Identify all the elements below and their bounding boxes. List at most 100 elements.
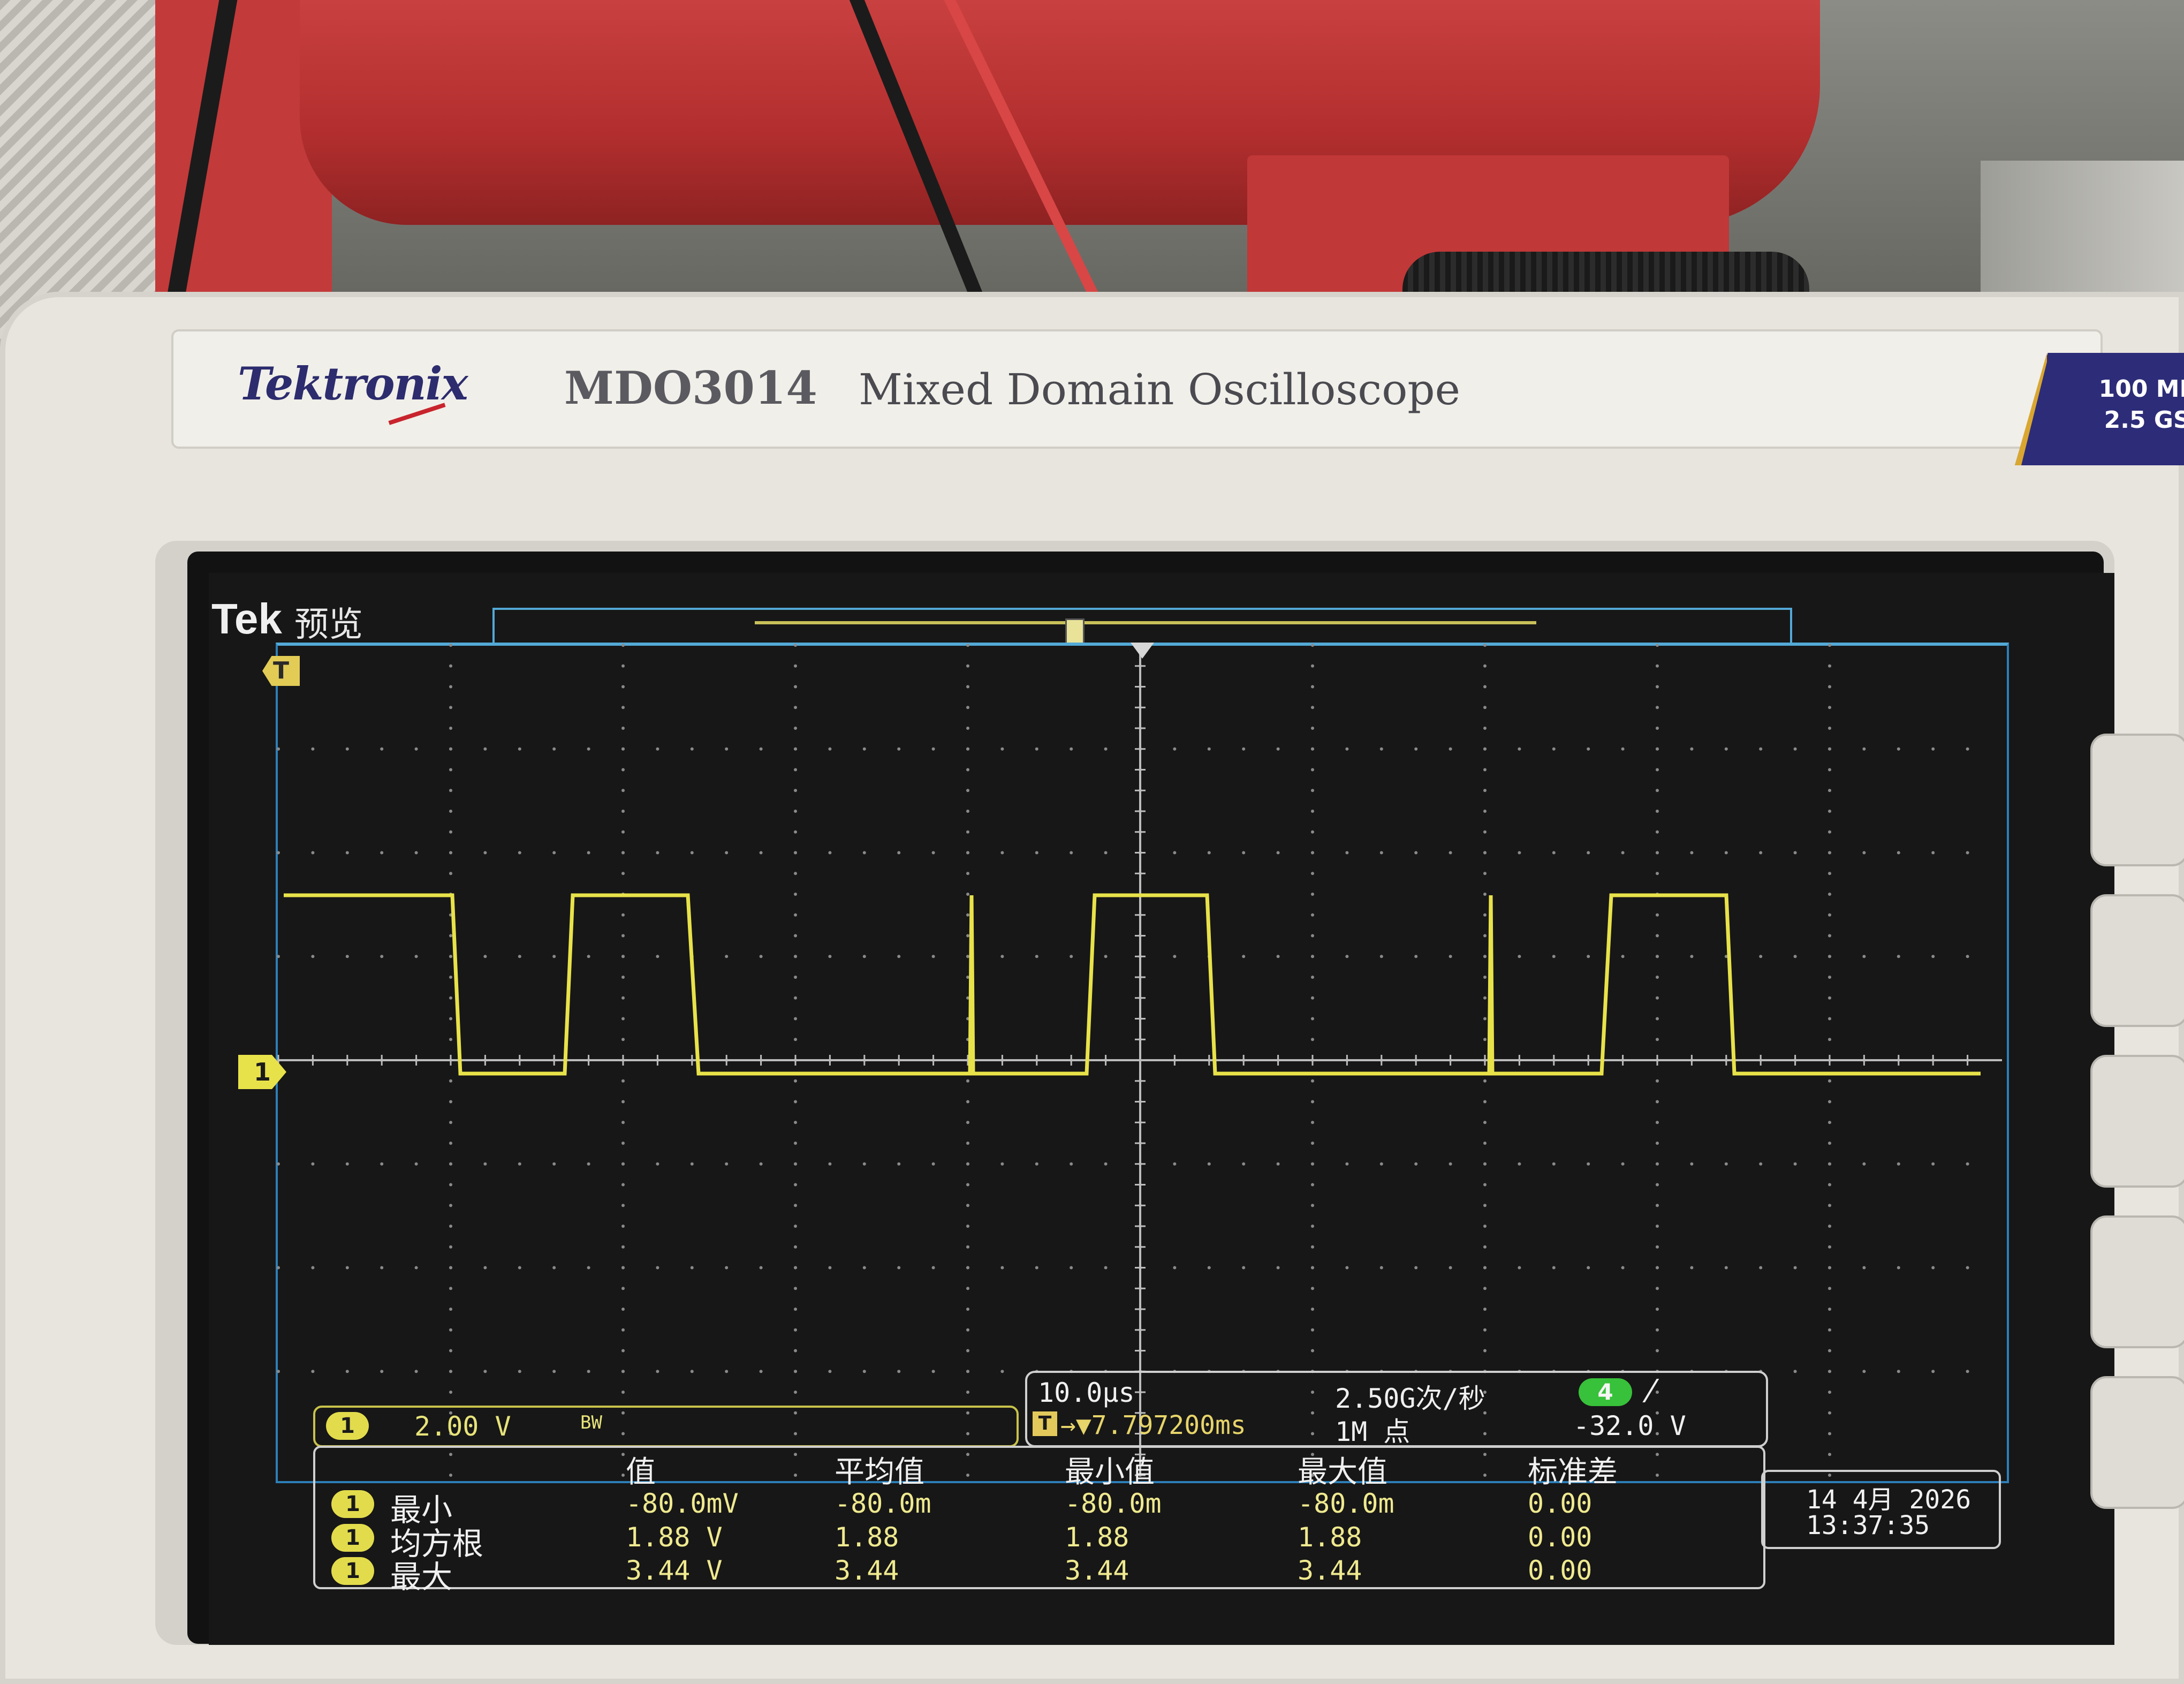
graticule-dot bbox=[1483, 872, 1487, 875]
trigger-level: -32.0 V bbox=[1573, 1410, 1686, 1441]
graticule-dot bbox=[794, 872, 797, 875]
graticule-dot bbox=[1828, 1038, 1831, 1041]
graticule-dot bbox=[931, 1266, 935, 1270]
graticule-dot bbox=[449, 1349, 452, 1353]
graticule-dot bbox=[1931, 747, 1935, 751]
trigger-position-icon bbox=[1131, 643, 1154, 659]
graticule-dot bbox=[552, 851, 556, 855]
graticule-dot bbox=[1483, 664, 1487, 668]
graticule-dot bbox=[449, 1266, 452, 1270]
graticule-dot bbox=[690, 747, 694, 751]
meas-max: 1.88 bbox=[1298, 1522, 1362, 1553]
graticule-dot bbox=[1587, 851, 1590, 855]
graticule-dot bbox=[966, 644, 969, 647]
graticule-dot bbox=[1173, 851, 1177, 855]
graticule-dot bbox=[518, 747, 521, 751]
graticule-dot bbox=[1483, 1349, 1487, 1353]
graticule-dot bbox=[449, 727, 452, 730]
graticule-dot bbox=[1828, 1287, 1831, 1290]
graticule-dot bbox=[1311, 934, 1314, 938]
graticule-dot bbox=[794, 1225, 797, 1228]
graticule-dot bbox=[1724, 1266, 1728, 1270]
horizontal-readout[interactable]: 10.0μs T →▼7.797200ms 2.50G次/秒 1M 点 4 ⁄ … bbox=[1025, 1371, 1768, 1447]
graticule-dot bbox=[1828, 1328, 1831, 1332]
graticule-dot bbox=[1379, 851, 1383, 855]
graticule-dot bbox=[449, 1017, 452, 1021]
graticule-dot bbox=[794, 976, 797, 979]
graticule-dot bbox=[1311, 1349, 1314, 1353]
graticule-dot bbox=[1656, 1079, 1659, 1083]
meas-channel-badge: 1 bbox=[331, 1490, 374, 1518]
meas-header-value: 值 bbox=[626, 1455, 656, 1490]
meas-channel-badge: 1 bbox=[331, 1524, 374, 1552]
graticule-dot bbox=[1311, 1225, 1314, 1228]
graticule-dot bbox=[1345, 747, 1349, 751]
graticule-dot bbox=[828, 851, 832, 855]
graticule-dot bbox=[862, 1370, 866, 1373]
graticule-dot bbox=[794, 789, 797, 792]
graticule-dot bbox=[1587, 1162, 1590, 1166]
graticule-dot bbox=[621, 1328, 625, 1332]
graticule-dot bbox=[449, 1121, 452, 1124]
graticule-dot bbox=[414, 955, 418, 958]
graticule-dot bbox=[897, 1370, 901, 1373]
ch1-badge: 1 bbox=[326, 1412, 369, 1440]
graticule-dot bbox=[794, 1287, 797, 1290]
graticule-dot bbox=[1311, 1162, 1314, 1166]
graticule-dot bbox=[1897, 747, 1900, 751]
graticule-dot bbox=[1449, 955, 1452, 958]
graticule-dot bbox=[1483, 1121, 1487, 1124]
graticule-dot bbox=[966, 851, 969, 855]
graticule-dot bbox=[1656, 1349, 1659, 1353]
graticule-dot bbox=[656, 955, 659, 958]
ch1-readout[interactable]: 1 2.00 V BW bbox=[313, 1406, 1019, 1447]
graticule-dot bbox=[1311, 976, 1314, 979]
graticule-dot bbox=[1552, 1266, 1556, 1270]
graticule-dot bbox=[656, 851, 659, 855]
graticule-dot bbox=[794, 1391, 797, 1394]
graticule-dot bbox=[449, 1370, 452, 1373]
graticule-dot bbox=[862, 851, 866, 855]
graticule-dot bbox=[725, 1266, 729, 1270]
graticule-dot bbox=[1828, 1121, 1831, 1124]
graticule-dot bbox=[1656, 747, 1659, 751]
graticule-dot bbox=[1483, 1162, 1487, 1166]
graticule-dot bbox=[621, 706, 625, 709]
graticule-dot bbox=[1242, 747, 1246, 751]
graticule-dot bbox=[1414, 955, 1418, 958]
graticule-dot bbox=[311, 1266, 315, 1270]
graticule-dot bbox=[552, 1370, 556, 1373]
graticule-dot bbox=[1483, 913, 1487, 917]
graticule-dot bbox=[621, 789, 625, 792]
graticule-dot bbox=[1518, 851, 1521, 855]
graticule-dot bbox=[1656, 1142, 1659, 1145]
graticule-dot bbox=[414, 1162, 418, 1166]
graticule-dot bbox=[690, 851, 694, 855]
graticule-dot bbox=[794, 685, 797, 689]
graticule-dot bbox=[587, 1370, 590, 1373]
graticule-dot bbox=[794, 934, 797, 938]
graticule-dot bbox=[794, 893, 797, 896]
graticule-dot bbox=[483, 747, 487, 751]
graticule-dot bbox=[621, 1266, 625, 1270]
graticule-dot bbox=[966, 893, 969, 896]
graticule-dot bbox=[794, 851, 797, 855]
measurement-table[interactable]: 值 平均值 最小值 最大值 标准差 1 最小 -80.0mV -80.0m -8… bbox=[313, 1446, 1765, 1595]
graticule-dot bbox=[1414, 1266, 1418, 1270]
graticule-dot bbox=[1483, 1287, 1487, 1290]
graticule-dot bbox=[1552, 851, 1556, 855]
meas-header-min: 最小值 bbox=[1065, 1455, 1155, 1490]
graticule-dot bbox=[621, 1204, 625, 1207]
graticule-dot bbox=[1656, 1328, 1659, 1332]
graticule-dot bbox=[1828, 1183, 1831, 1187]
graticule-dot bbox=[1828, 1079, 1831, 1083]
graticule-dot bbox=[1828, 1225, 1831, 1228]
graticule-dot bbox=[621, 1038, 625, 1041]
graticule-dot bbox=[1483, 955, 1487, 958]
graticule-dot bbox=[1897, 851, 1900, 855]
graticule-dot bbox=[1828, 851, 1831, 855]
graticule-dot bbox=[1000, 851, 1004, 855]
graticule-dot bbox=[1931, 1370, 1935, 1373]
graticule-dot bbox=[794, 1038, 797, 1041]
graticule-dot bbox=[518, 955, 521, 958]
